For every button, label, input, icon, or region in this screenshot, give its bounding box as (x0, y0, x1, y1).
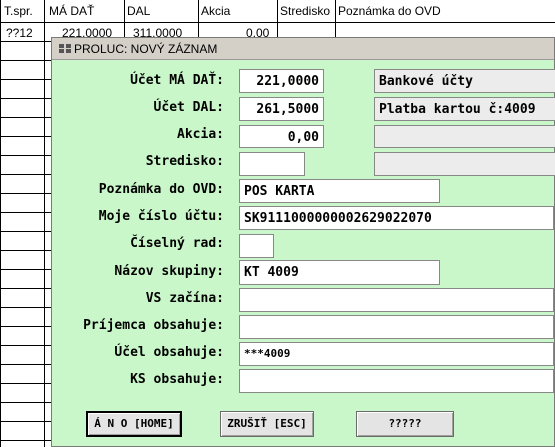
zrusit-button[interactable]: ZRUŠIŤ [ESC] (220, 411, 314, 437)
column-header-poznamka[interactable]: Poznámka do OVD (338, 4, 441, 18)
label-ucet-dal: Účet DAL: (153, 100, 224, 115)
label-akcia: Akcia: (177, 127, 224, 142)
grid-vline (0, 0, 1, 447)
stredisko-field[interactable] (239, 152, 305, 176)
cislo-uctu-field[interactable]: SK9111000000002629022070 (239, 206, 554, 230)
ucet-dal-field[interactable]: 261,5000 (239, 97, 324, 121)
column-header-stredisko[interactable]: Stredisko (280, 4, 330, 18)
grid-header: T.spr. MÁ DAŤ DAL Akcia Stredisko Poznám… (0, 0, 555, 22)
prijemca-field[interactable] (239, 315, 554, 339)
dialog-title: PROLUC: NOVÝ ZÁZNAM (74, 42, 218, 56)
app-icon (58, 43, 72, 54)
ucet-dal-description: Platba kartou č:4009 (374, 97, 555, 121)
label-ks: KS obsahuje: (130, 372, 224, 387)
nazov-skupiny-field[interactable]: KT 4009 (239, 260, 440, 285)
column-header-akcia[interactable]: Akcia (201, 4, 230, 18)
stredisko-description (374, 152, 555, 176)
label-ciselny-rad: Číselný rad: (130, 236, 224, 251)
poznamka-field[interactable]: POS KARTA (239, 179, 440, 203)
ucet-ma-dat-field[interactable]: 221,0000 (239, 69, 324, 93)
label-vs-zacina: VS začína: (145, 291, 224, 306)
grid-cell-tspr[interactable]: ??12 (6, 26, 33, 40)
ano-button[interactable]: Á N O [HOME] (86, 411, 182, 437)
ciselny-rad-field[interactable] (239, 234, 274, 258)
label-prijemca: Príjemca obsahuje: (83, 318, 224, 333)
column-header-tspr[interactable]: T.spr. (4, 4, 33, 18)
dialog-titlebar[interactable]: PROLUC: NOVÝ ZÁZNAM (52, 38, 554, 60)
label-ucet-ma-dat: Účet MÁ DAŤ: (130, 73, 224, 88)
ucel-field[interactable]: ***4009 (239, 342, 554, 366)
grid-vline (44, 0, 45, 447)
label-ucel: Účel obsahuje: (114, 345, 224, 360)
column-header-dal[interactable]: DAL (127, 4, 150, 18)
unknown-button[interactable]: ????? (356, 411, 454, 437)
new-record-dialog: PROLUC: NOVÝ ZÁZNAM Účet MÁ DAŤ: 221,000… (51, 37, 555, 447)
akcia-field[interactable]: 0,00 (239, 125, 324, 148)
vs-zacina-field[interactable] (239, 288, 554, 312)
label-poznamka: Poznámka do OVD: (98, 182, 224, 197)
ucet-ma-dat-description: Bankové účty (374, 69, 555, 93)
column-header-ma-dat[interactable]: MÁ DAŤ (49, 4, 94, 18)
label-stredisko: Stredisko: (145, 154, 224, 169)
ks-field[interactable] (239, 369, 554, 393)
label-cislo-uctu: Moje číslo účtu: (98, 209, 224, 224)
akcia-description (374, 125, 555, 148)
label-nazov-skupiny: Názov skupiny: (114, 264, 224, 279)
